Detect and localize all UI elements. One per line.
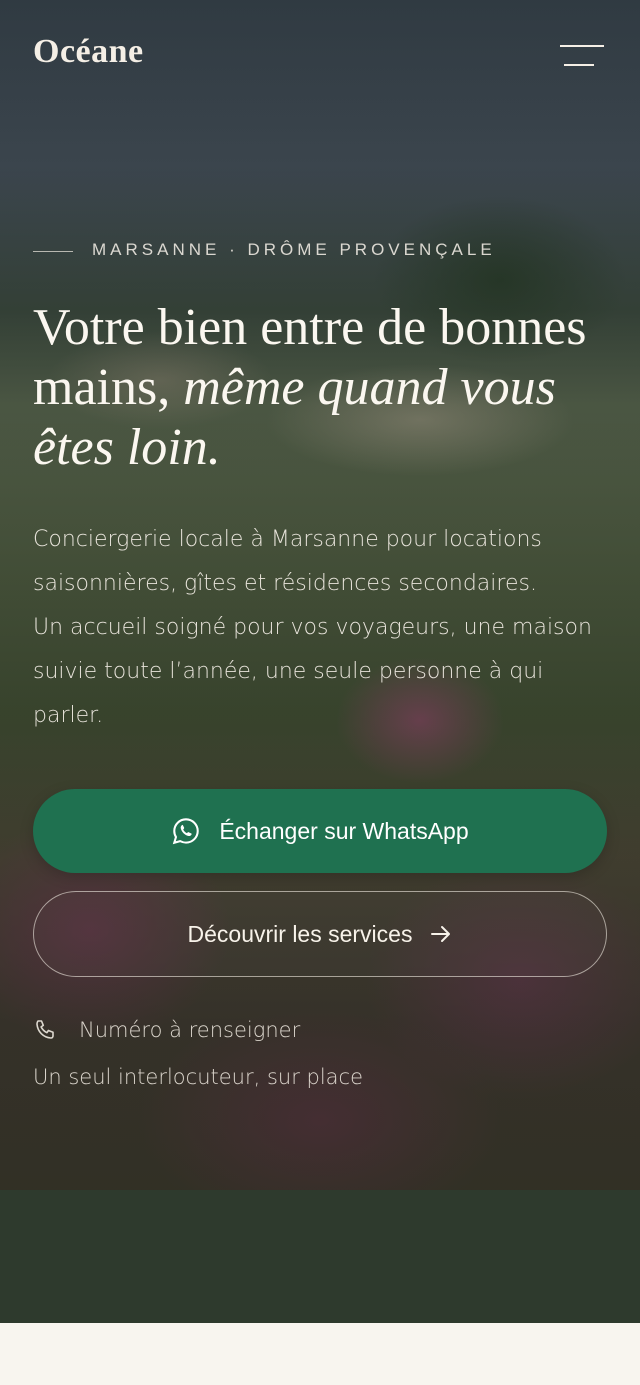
arrow-right-icon	[431, 926, 451, 942]
contact-note: Un seul interlocuteur, sur place	[33, 1065, 364, 1089]
menu-button[interactable]	[560, 40, 606, 72]
hero-intro: Conciergerie locale à Marsanne pour loca…	[33, 518, 608, 738]
brand-logo[interactable]: Océane	[33, 33, 144, 71]
phone-number[interactable]: Numéro à renseigner	[79, 1018, 300, 1042]
light-section	[0, 1323, 640, 1385]
whatsapp-icon	[173, 818, 200, 845]
services-button-label: Découvrir les services	[187, 920, 413, 947]
location-kicker: MARSANNE · DRÔME PROVENÇALE	[92, 240, 496, 259]
intro-line-1: Conciergerie locale à Marsanne pour loca…	[33, 527, 542, 596]
phone-icon	[36, 1020, 54, 1039]
dark-section	[0, 1190, 640, 1323]
kicker-divider	[33, 251, 73, 252]
menu-icon-line-bottom	[564, 64, 594, 66]
hero-headline: Votre bien entre de bonnes mains, même q…	[33, 298, 613, 478]
whatsapp-button[interactable]: Échanger sur WhatsApp	[33, 789, 607, 873]
phone-row: Numéro à renseigner	[33, 1018, 300, 1042]
intro-line-2: Un accueil soigné pour vos voyageurs, un…	[33, 615, 592, 728]
menu-icon-line-top	[560, 45, 604, 47]
whatsapp-button-label: Échanger sur WhatsApp	[219, 817, 469, 844]
services-button[interactable]: Découvrir les services	[33, 891, 607, 977]
